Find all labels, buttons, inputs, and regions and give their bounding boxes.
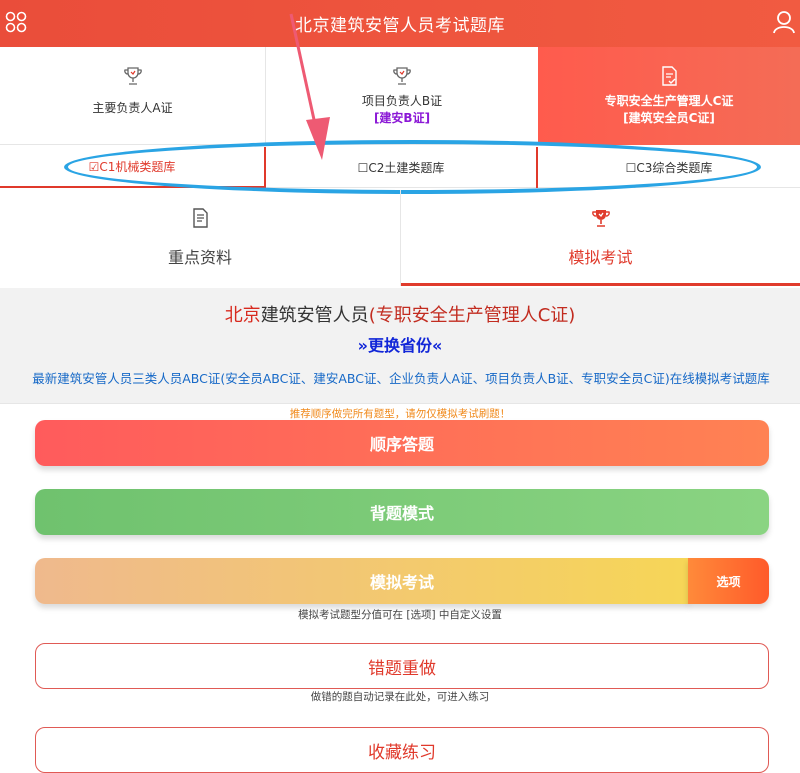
tab-key-materials[interactable]: 重点资料 [0,190,401,286]
tab-c3-general[interactable]: ☐C3综合类题库 [538,147,800,188]
city-name: 北京 [224,305,261,326]
switch-province-link[interactable]: »更换省份« [0,332,800,356]
recommend-hint: 推荐顺序做完所有题型，请勿仅模拟考试刷题！ [289,408,511,420]
tab-c1-mechanical[interactable]: ☑C1机械类题库 [0,147,266,188]
wrong-redo-button[interactable]: 错题重做 [35,643,769,689]
exam-note: 模拟考试题型分值可在 [选项] 中自定义设置 [298,609,502,621]
key-materials-label: 重点资料 [167,248,232,267]
trophy-icon [591,210,610,227]
options-button[interactable]: 选项 [688,558,769,604]
info-panel: 北京建筑安管人员(专职安全生产管理人C证) »更换省份« 最新建筑安管人员三类人… [0,288,800,404]
mock-exam-label: 模拟考试 [568,248,633,267]
cert-c-label: 专职安全生产管理人C证 [604,94,734,108]
mode-tabs: 重点资料 模拟考试 [0,190,800,286]
sequence-answer-button[interactable]: 顺序答题 [35,420,769,466]
memorize-mode-button[interactable]: 背题模式 [35,489,769,535]
tab-c2-civil[interactable]: ☐C2土建类题库 [266,147,538,188]
exam-title: 北京建筑安管人员(专职安全生产管理人C证) [0,301,800,327]
mock-exam-button[interactable]: 模拟考试 [35,558,689,604]
tab-cert-a[interactable]: 主要负责人A证 [0,47,266,145]
document-icon [193,208,208,228]
subcategory-tabs: ☑C1机械类题库 ☐C2土建类题库 ☐C3综合类题库 [0,147,800,188]
trophy-icon [123,67,142,85]
grid-menu-icon[interactable] [5,11,27,33]
app-header: 北京建筑安管人员考试题库 [0,0,800,47]
title-mid: 建筑安管人员 [260,305,369,326]
page-title: 北京建筑安管人员考试题库 [295,16,505,36]
cert-a-label: 主要负责人A证 [92,101,173,115]
favorite-practice-button[interactable]: 收藏练习 [35,727,769,773]
description-link[interactable]: 最新建筑安管人员三类人员ABC证(安全员ABC证、建安ABC证、企业负责人A证、… [4,371,798,387]
user-icon[interactable] [772,10,796,34]
cert-name: (专职安全生产管理人C证) [368,305,576,326]
certificate-tabs: 主要负责人A证 项目负责人B证 [建安B证] 专职安全生产管理人C证 [建筑安全… [0,47,800,145]
wrong-note: 做错的题自动记录在此处，可进入练习 [310,691,490,703]
cert-b-sublabel: [建安B证] [373,111,431,125]
tab-cert-c[interactable]: 专职安全生产管理人C证 [建筑安全员C证] [538,47,800,145]
trophy-icon [393,67,411,85]
tab-mock-exam[interactable]: 模拟考试 [401,190,800,286]
cert-c-sublabel: [建筑安全员C证] [623,111,715,125]
tab-cert-b[interactable]: 项目负责人B证 [建安B证] [266,47,538,145]
document-check-icon [662,66,677,86]
cert-b-label: 项目负责人B证 [361,94,443,108]
